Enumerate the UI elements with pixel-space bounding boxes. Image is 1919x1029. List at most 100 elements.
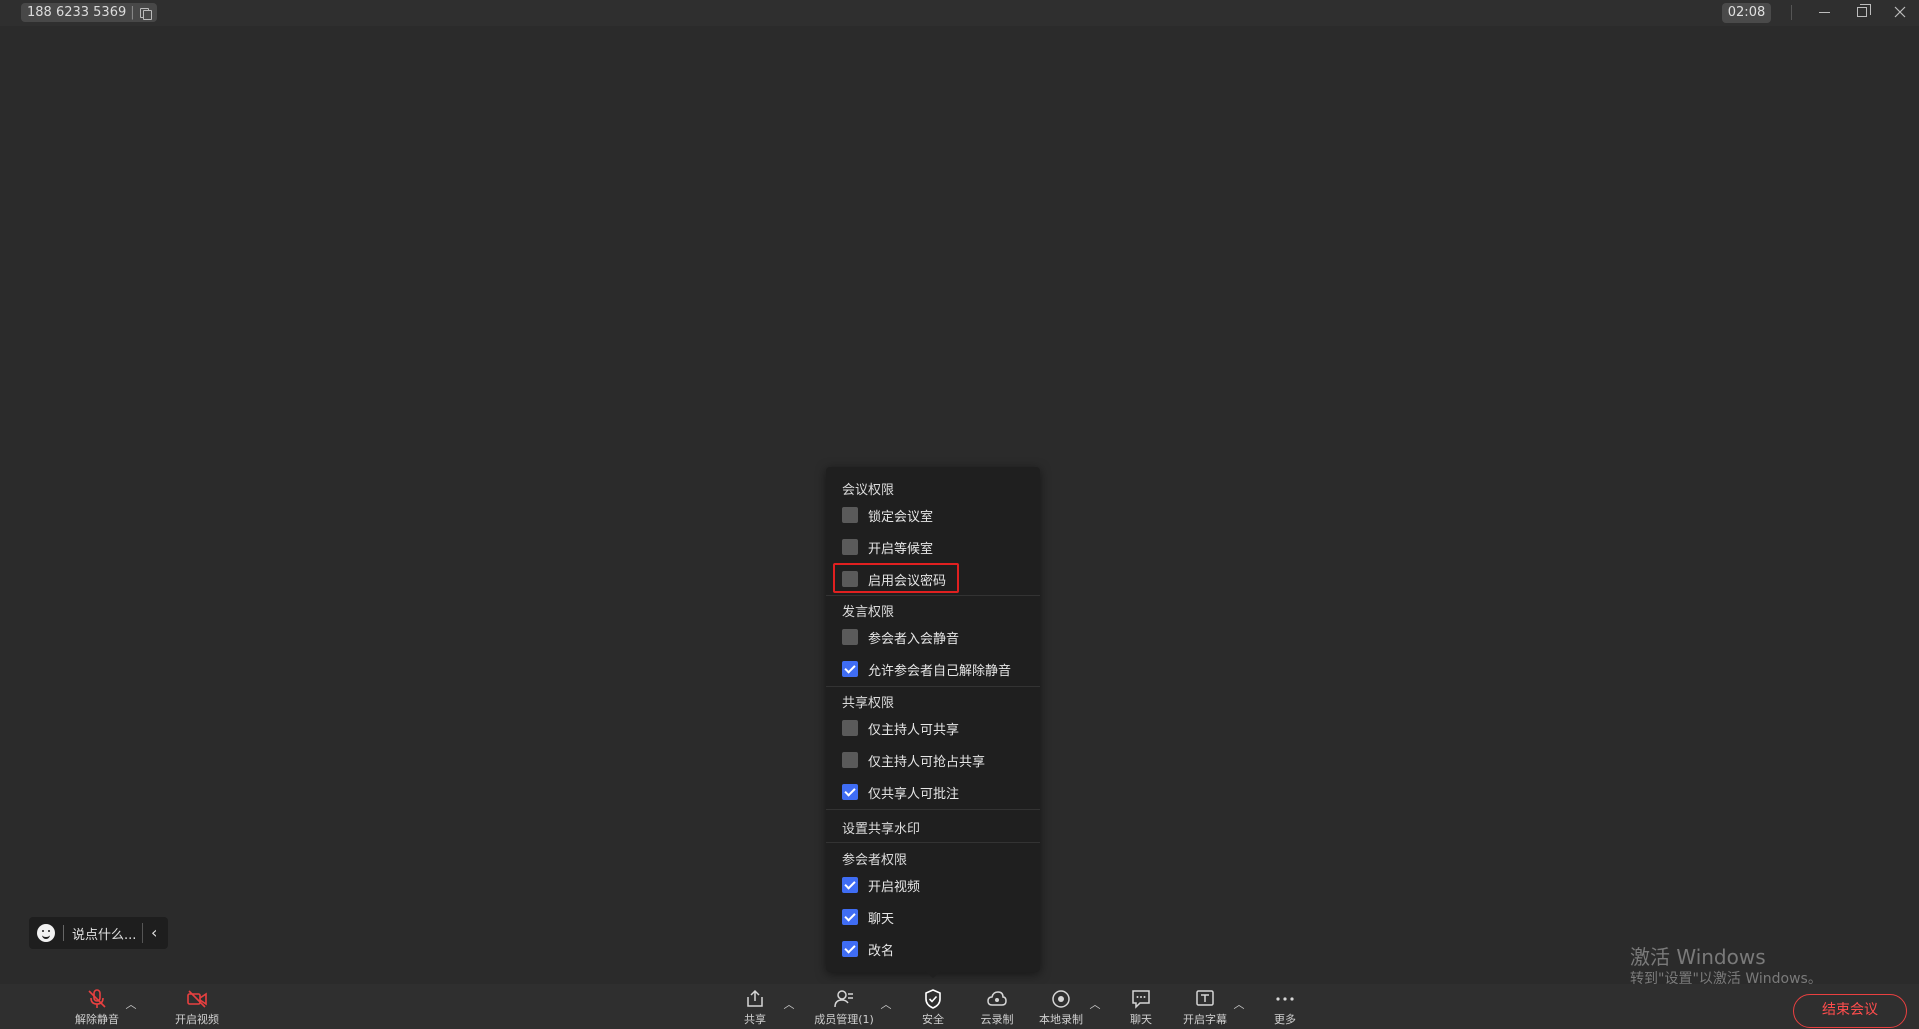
- more-icon: [1274, 988, 1296, 1010]
- section-divider: [826, 686, 1040, 687]
- restore-button[interactable]: [1843, 0, 1881, 24]
- meeting-id-text: 188 6233 5369: [27, 5, 127, 20]
- close-icon: [1894, 6, 1906, 18]
- section-title-share-permissions: 共享权限: [842, 696, 895, 711]
- minimize-button[interactable]: [1805, 0, 1843, 24]
- more-label: 更多: [1274, 1013, 1296, 1026]
- option-label: 仅共享人可批注: [868, 786, 960, 802]
- option-label: 开启等候室: [868, 541, 934, 557]
- chat-icon: [1130, 988, 1152, 1010]
- checkbox-chat[interactable]: [842, 909, 858, 925]
- video-off-icon: [186, 988, 208, 1010]
- close-button[interactable]: [1881, 0, 1919, 24]
- mic-off-icon: [86, 988, 108, 1010]
- quick-chat-input[interactable]: 说点什么...: [72, 924, 142, 943]
- security-popup: 会议权限 锁定会议室 开启等候室 启用会议密码 发言权限 参会者入会静音 允许参…: [826, 467, 1040, 972]
- option-label: 锁定会议室: [868, 509, 934, 525]
- shield-icon: [922, 988, 944, 1010]
- option-allow-self-unmute[interactable]: 允许参会者自己解除静音: [842, 659, 1011, 679]
- option-label: 仅主持人可共享: [868, 722, 960, 738]
- audio-options-caret[interactable]: ︿: [125, 996, 137, 1011]
- members-button[interactable]: 成员管理(1): [809, 988, 879, 1028]
- cloud-record-button[interactable]: 云录制: [962, 988, 1032, 1028]
- option-label: 仅主持人可抢占共享: [868, 754, 986, 770]
- checkbox-rename[interactable]: [842, 941, 858, 957]
- share-icon: [744, 988, 766, 1010]
- option-lock-meeting[interactable]: 锁定会议室: [842, 505, 933, 525]
- minimize-icon: [1818, 11, 1830, 13]
- option-meeting-password[interactable]: 启用会议密码: [842, 569, 946, 589]
- share-button[interactable]: 共享: [720, 988, 790, 1028]
- share-watermark-setting[interactable]: 设置共享水印: [842, 818, 920, 837]
- option-sharer-only-annotate[interactable]: 仅共享人可批注: [842, 782, 959, 802]
- checkbox-sharer-only-annotate[interactable]: [842, 784, 858, 800]
- option-waiting-room[interactable]: 开启等候室: [842, 537, 933, 557]
- meeting-window: 188 6233 5369 | 02:08 说点什么... ‹ 会议权限 锁定会…: [0, 0, 1919, 1029]
- option-host-only-preempt[interactable]: 仅主持人可抢占共享: [842, 750, 985, 770]
- option-label: 聊天: [868, 911, 895, 927]
- restore-icon: [1857, 4, 1871, 17]
- unmute-label: 解除静音: [75, 1013, 119, 1026]
- option-label: 参会者入会静音: [868, 631, 960, 647]
- record-icon: [1050, 988, 1072, 1010]
- copy-icon[interactable]: [139, 7, 152, 20]
- checkbox-mute-on-entry[interactable]: [842, 629, 858, 645]
- section-title-attendee-permissions: 参会者权限: [842, 853, 908, 868]
- option-chat[interactable]: 聊天: [842, 907, 894, 927]
- checkbox-host-only-preempt[interactable]: [842, 752, 858, 768]
- option-host-only-share[interactable]: 仅主持人可共享: [842, 718, 959, 738]
- meeting-id-divider: |: [130, 5, 135, 20]
- option-label: 启用会议密码: [868, 573, 947, 589]
- section-title-meeting-permissions: 会议权限: [842, 483, 895, 498]
- section-title-speak-permissions: 发言权限: [842, 605, 895, 620]
- option-rename[interactable]: 改名: [842, 939, 894, 959]
- chevron-left-icon[interactable]: ‹: [151, 925, 157, 941]
- members-options-caret[interactable]: ︿: [880, 996, 892, 1011]
- captions-options-caret[interactable]: ︿: [1233, 996, 1245, 1011]
- title-bar: 188 6233 5369 | 02:08: [0, 0, 1919, 26]
- local-record-button[interactable]: 本地录制: [1026, 988, 1096, 1028]
- checkbox-allow-self-unmute[interactable]: [842, 661, 858, 677]
- captions-button[interactable]: 开启字幕: [1170, 988, 1240, 1028]
- chat-button[interactable]: 聊天: [1106, 988, 1176, 1028]
- option-label: 开启视频: [868, 879, 921, 895]
- more-button[interactable]: 更多: [1250, 988, 1320, 1028]
- security-label: 安全: [922, 1013, 944, 1026]
- checkbox-host-only-share[interactable]: [842, 720, 858, 736]
- option-label: 改名: [868, 943, 895, 959]
- bottom-toolbar: 解除静音 ︿ 开启视频 共享 ︿ 成员管理(1) ︿ 安全 云录制 本地录制 ︿…: [0, 984, 1919, 1029]
- option-mute-on-entry[interactable]: 参会者入会静音: [842, 627, 959, 647]
- members-icon: [833, 988, 855, 1010]
- local-record-label: 本地录制: [1039, 1013, 1083, 1026]
- checkbox-waiting-room[interactable]: [842, 539, 858, 555]
- security-button[interactable]: 安全: [898, 988, 968, 1028]
- chat-divider: [63, 925, 64, 941]
- captions-label: 开启字幕: [1183, 1013, 1227, 1026]
- captions-icon: [1194, 988, 1216, 1010]
- chat-divider-2: [142, 923, 143, 943]
- share-label: 共享: [744, 1013, 766, 1026]
- start-video-button[interactable]: 开启视频: [162, 988, 232, 1028]
- end-meeting-button[interactable]: 结束会议: [1793, 994, 1907, 1028]
- checkbox-lock-meeting[interactable]: [842, 507, 858, 523]
- checkbox-meeting-password[interactable]: [842, 571, 858, 587]
- share-options-caret[interactable]: ︿: [783, 996, 795, 1011]
- popup-arrow: [925, 971, 941, 978]
- windows-activation-title: 激活 Windows: [1630, 945, 1766, 969]
- chat-label: 聊天: [1130, 1013, 1152, 1026]
- meeting-id-badge[interactable]: 188 6233 5369 |: [21, 3, 157, 22]
- record-options-caret[interactable]: ︿: [1089, 996, 1101, 1011]
- unmute-button[interactable]: 解除静音: [62, 988, 132, 1028]
- section-divider: [826, 595, 1040, 596]
- quick-chat-bar[interactable]: 说点什么... ‹: [29, 917, 168, 949]
- option-label: 允许参会者自己解除静音: [868, 663, 1012, 679]
- option-start-video[interactable]: 开启视频: [842, 875, 920, 895]
- section-divider: [826, 842, 1040, 843]
- emoji-icon[interactable]: [37, 924, 55, 942]
- cloud-record-label: 云录制: [980, 1013, 1014, 1026]
- section-divider: [826, 809, 1040, 810]
- cloud-record-icon: [986, 988, 1008, 1010]
- meeting-timer: 02:08: [1722, 3, 1771, 23]
- start-video-label: 开启视频: [175, 1013, 219, 1026]
- checkbox-start-video[interactable]: [842, 877, 858, 893]
